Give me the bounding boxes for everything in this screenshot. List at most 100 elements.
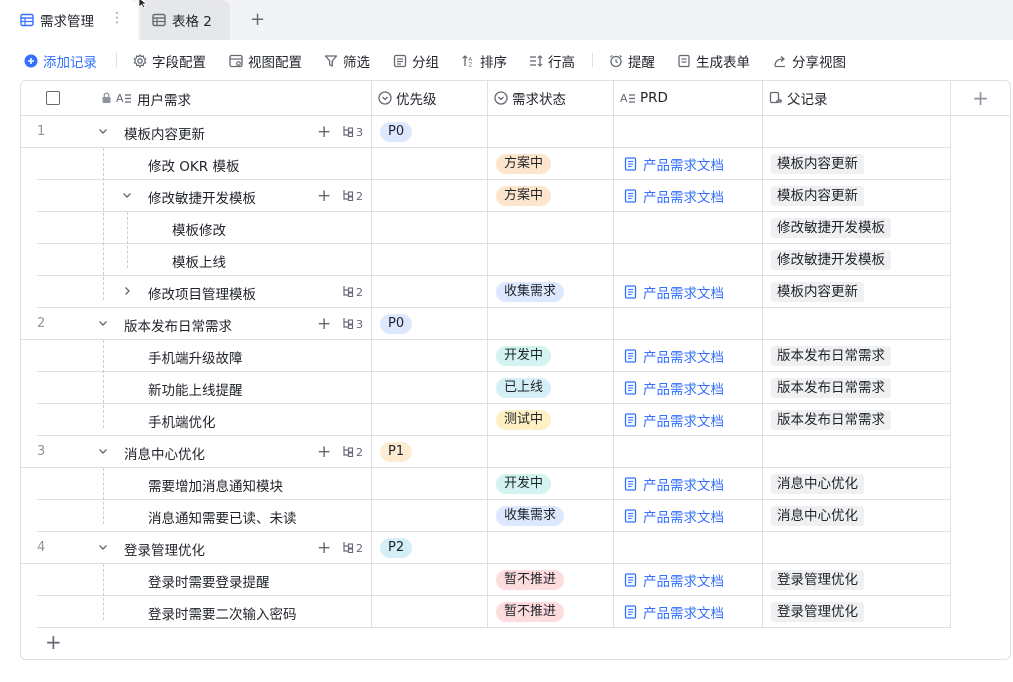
chevron-right-icon[interactable] bbox=[121, 285, 133, 297]
cell-parent[interactable]: 修改敏捷开发模板 bbox=[763, 244, 951, 276]
cell-prd[interactable]: 产品需求文档 bbox=[614, 148, 763, 180]
cell-parent[interactable] bbox=[763, 116, 951, 148]
record-title[interactable]: 手机端升级故障 bbox=[148, 347, 243, 367]
cell-prd[interactable]: 产品需求文档 bbox=[614, 404, 763, 436]
add-tab-icon[interactable]: + bbox=[250, 9, 265, 30]
add-subrecord-icon[interactable]: + bbox=[317, 186, 331, 206]
cell-status[interactable]: 测试中 bbox=[488, 404, 614, 436]
subrecord-count[interactable]: 3 bbox=[342, 317, 363, 332]
table-row[interactable]: 消息通知需要已读、未读 收集需求 产品需求文档 消息中心优化 bbox=[21, 500, 951, 532]
record-title[interactable]: 模板修改 bbox=[172, 219, 226, 239]
view-config-button[interactable]: 视图配置 bbox=[229, 51, 302, 71]
cell-prd[interactable] bbox=[614, 116, 763, 148]
column-header-prd[interactable]: A PRD bbox=[614, 81, 763, 115]
cell-prd[interactable]: 产品需求文档 bbox=[614, 596, 763, 628]
doc-link[interactable]: 产品需求文档 bbox=[624, 474, 724, 494]
add-column-icon[interactable]: + bbox=[951, 81, 1010, 115]
record-title[interactable]: 消息通知需要已读、未读 bbox=[148, 507, 297, 527]
cell-priority[interactable] bbox=[372, 148, 488, 180]
cell-parent[interactable]: 模板内容更新 bbox=[763, 276, 951, 308]
cell-priority[interactable] bbox=[372, 596, 488, 628]
cell-prd[interactable] bbox=[614, 212, 763, 244]
record-title[interactable]: 登录时需要登录提醒 bbox=[148, 571, 270, 591]
cell-status[interactable] bbox=[488, 532, 614, 564]
parent-record-tag[interactable]: 修改敏捷开发模板 bbox=[771, 249, 891, 270]
table-row[interactable]: 登录时需要二次输入密码 暂不推进 产品需求文档 登录管理优化 bbox=[21, 596, 951, 628]
cell-prd[interactable]: 产品需求文档 bbox=[614, 564, 763, 596]
cell-status[interactable]: 方案中 bbox=[488, 180, 614, 212]
doc-link[interactable]: 产品需求文档 bbox=[624, 378, 724, 398]
cell-status[interactable]: 开发中 bbox=[488, 468, 614, 500]
subrecord-count[interactable]: 2 bbox=[342, 189, 363, 204]
cell-status[interactable]: 暂不推进 bbox=[488, 564, 614, 596]
cell-priority[interactable] bbox=[372, 500, 488, 532]
table-row[interactable]: 1 模板内容更新 +3 P0 bbox=[21, 116, 951, 148]
cell-priority[interactable]: P0 bbox=[372, 308, 488, 340]
group-button[interactable]: 分组 bbox=[393, 51, 439, 71]
column-header-parent[interactable]: 父记录 bbox=[763, 81, 951, 115]
table-row[interactable]: 修改项目管理模板 2 收集需求 产品需求文档 模板内容更新 bbox=[21, 276, 951, 308]
cell-priority[interactable] bbox=[372, 564, 488, 596]
cell-status[interactable] bbox=[488, 308, 614, 340]
cell-prd[interactable] bbox=[614, 532, 763, 564]
cell-parent[interactable]: 版本发布日常需求 bbox=[763, 404, 951, 436]
parent-record-tag[interactable]: 版本发布日常需求 bbox=[771, 377, 891, 398]
subrecord-count[interactable]: 2 bbox=[342, 445, 363, 460]
subrecord-count[interactable]: 3 bbox=[342, 125, 363, 140]
record-title[interactable]: 登录管理优化 bbox=[124, 539, 205, 559]
table-row[interactable]: 3 消息中心优化 +2 P1 bbox=[21, 436, 951, 468]
record-title[interactable]: 消息中心优化 bbox=[124, 443, 205, 463]
parent-record-tag[interactable]: 版本发布日常需求 bbox=[771, 345, 891, 366]
cell-prd[interactable]: 产品需求文档 bbox=[614, 468, 763, 500]
cell-status[interactable]: 已上线 bbox=[488, 372, 614, 404]
cell-parent[interactable] bbox=[763, 532, 951, 564]
chevron-down-icon[interactable] bbox=[97, 317, 109, 329]
column-header-priority[interactable]: 优先级 bbox=[372, 81, 488, 115]
doc-link[interactable]: 产品需求文档 bbox=[624, 282, 724, 302]
select-all-checkbox[interactable] bbox=[46, 91, 60, 105]
cell-priority[interactable] bbox=[372, 468, 488, 500]
parent-record-tag[interactable]: 版本发布日常需求 bbox=[771, 409, 891, 430]
chevron-down-icon[interactable] bbox=[97, 125, 109, 137]
chevron-down-icon[interactable] bbox=[97, 445, 109, 457]
cell-priority[interactable] bbox=[372, 404, 488, 436]
cell-status[interactable] bbox=[488, 244, 614, 276]
record-title[interactable]: 手机端优化 bbox=[148, 411, 216, 431]
cell-parent[interactable] bbox=[763, 308, 951, 340]
cell-priority[interactable]: P0 bbox=[372, 116, 488, 148]
doc-link[interactable]: 产品需求文档 bbox=[624, 346, 724, 366]
cell-status[interactable]: 收集需求 bbox=[488, 500, 614, 532]
table-row[interactable]: 手机端优化 测试中 产品需求文档 版本发布日常需求 bbox=[21, 404, 951, 436]
cell-priority[interactable] bbox=[372, 372, 488, 404]
record-title[interactable]: 新功能上线提醒 bbox=[148, 379, 243, 399]
subrecord-count[interactable]: 2 bbox=[342, 285, 363, 300]
cell-parent[interactable]: 修改敏捷开发模板 bbox=[763, 212, 951, 244]
parent-record-tag[interactable]: 模板内容更新 bbox=[771, 281, 864, 302]
cell-prd[interactable]: 产品需求文档 bbox=[614, 180, 763, 212]
generate-form-button[interactable]: 生成表单 bbox=[677, 51, 750, 71]
cell-status[interactable]: 暂不推进 bbox=[488, 596, 614, 628]
cell-parent[interactable]: 登录管理优化 bbox=[763, 564, 951, 596]
cell-priority[interactable] bbox=[372, 276, 488, 308]
cell-parent[interactable]: 模板内容更新 bbox=[763, 148, 951, 180]
add-subrecord-icon[interactable]: + bbox=[317, 122, 331, 142]
record-title[interactable]: 需要增加消息通知模块 bbox=[148, 475, 283, 495]
cell-priority[interactable]: P1 bbox=[372, 436, 488, 468]
parent-record-tag[interactable]: 模板内容更新 bbox=[771, 153, 864, 174]
record-title[interactable]: 版本发布日常需求 bbox=[124, 315, 232, 335]
cell-parent[interactable]: 版本发布日常需求 bbox=[763, 340, 951, 372]
parent-record-tag[interactable]: 消息中心优化 bbox=[771, 505, 864, 526]
cell-status[interactable] bbox=[488, 116, 614, 148]
doc-link[interactable]: 产品需求文档 bbox=[624, 186, 724, 206]
add-subrecord-icon[interactable]: + bbox=[317, 442, 331, 462]
chevron-down-icon[interactable] bbox=[97, 541, 109, 553]
record-title[interactable]: 模板上线 bbox=[172, 251, 226, 271]
record-title[interactable]: 模板内容更新 bbox=[124, 123, 205, 143]
reminder-button[interactable]: 提醒 bbox=[609, 51, 655, 71]
cell-prd[interactable] bbox=[614, 244, 763, 276]
cell-status[interactable]: 收集需求 bbox=[488, 276, 614, 308]
cell-status[interactable] bbox=[488, 212, 614, 244]
table-row[interactable]: 修改敏捷开发模板 +2 方案中 产品需求文档 模板内容更新 bbox=[21, 180, 951, 212]
tab-table-2[interactable]: 表格 2 bbox=[140, 0, 230, 40]
cell-priority[interactable] bbox=[372, 340, 488, 372]
